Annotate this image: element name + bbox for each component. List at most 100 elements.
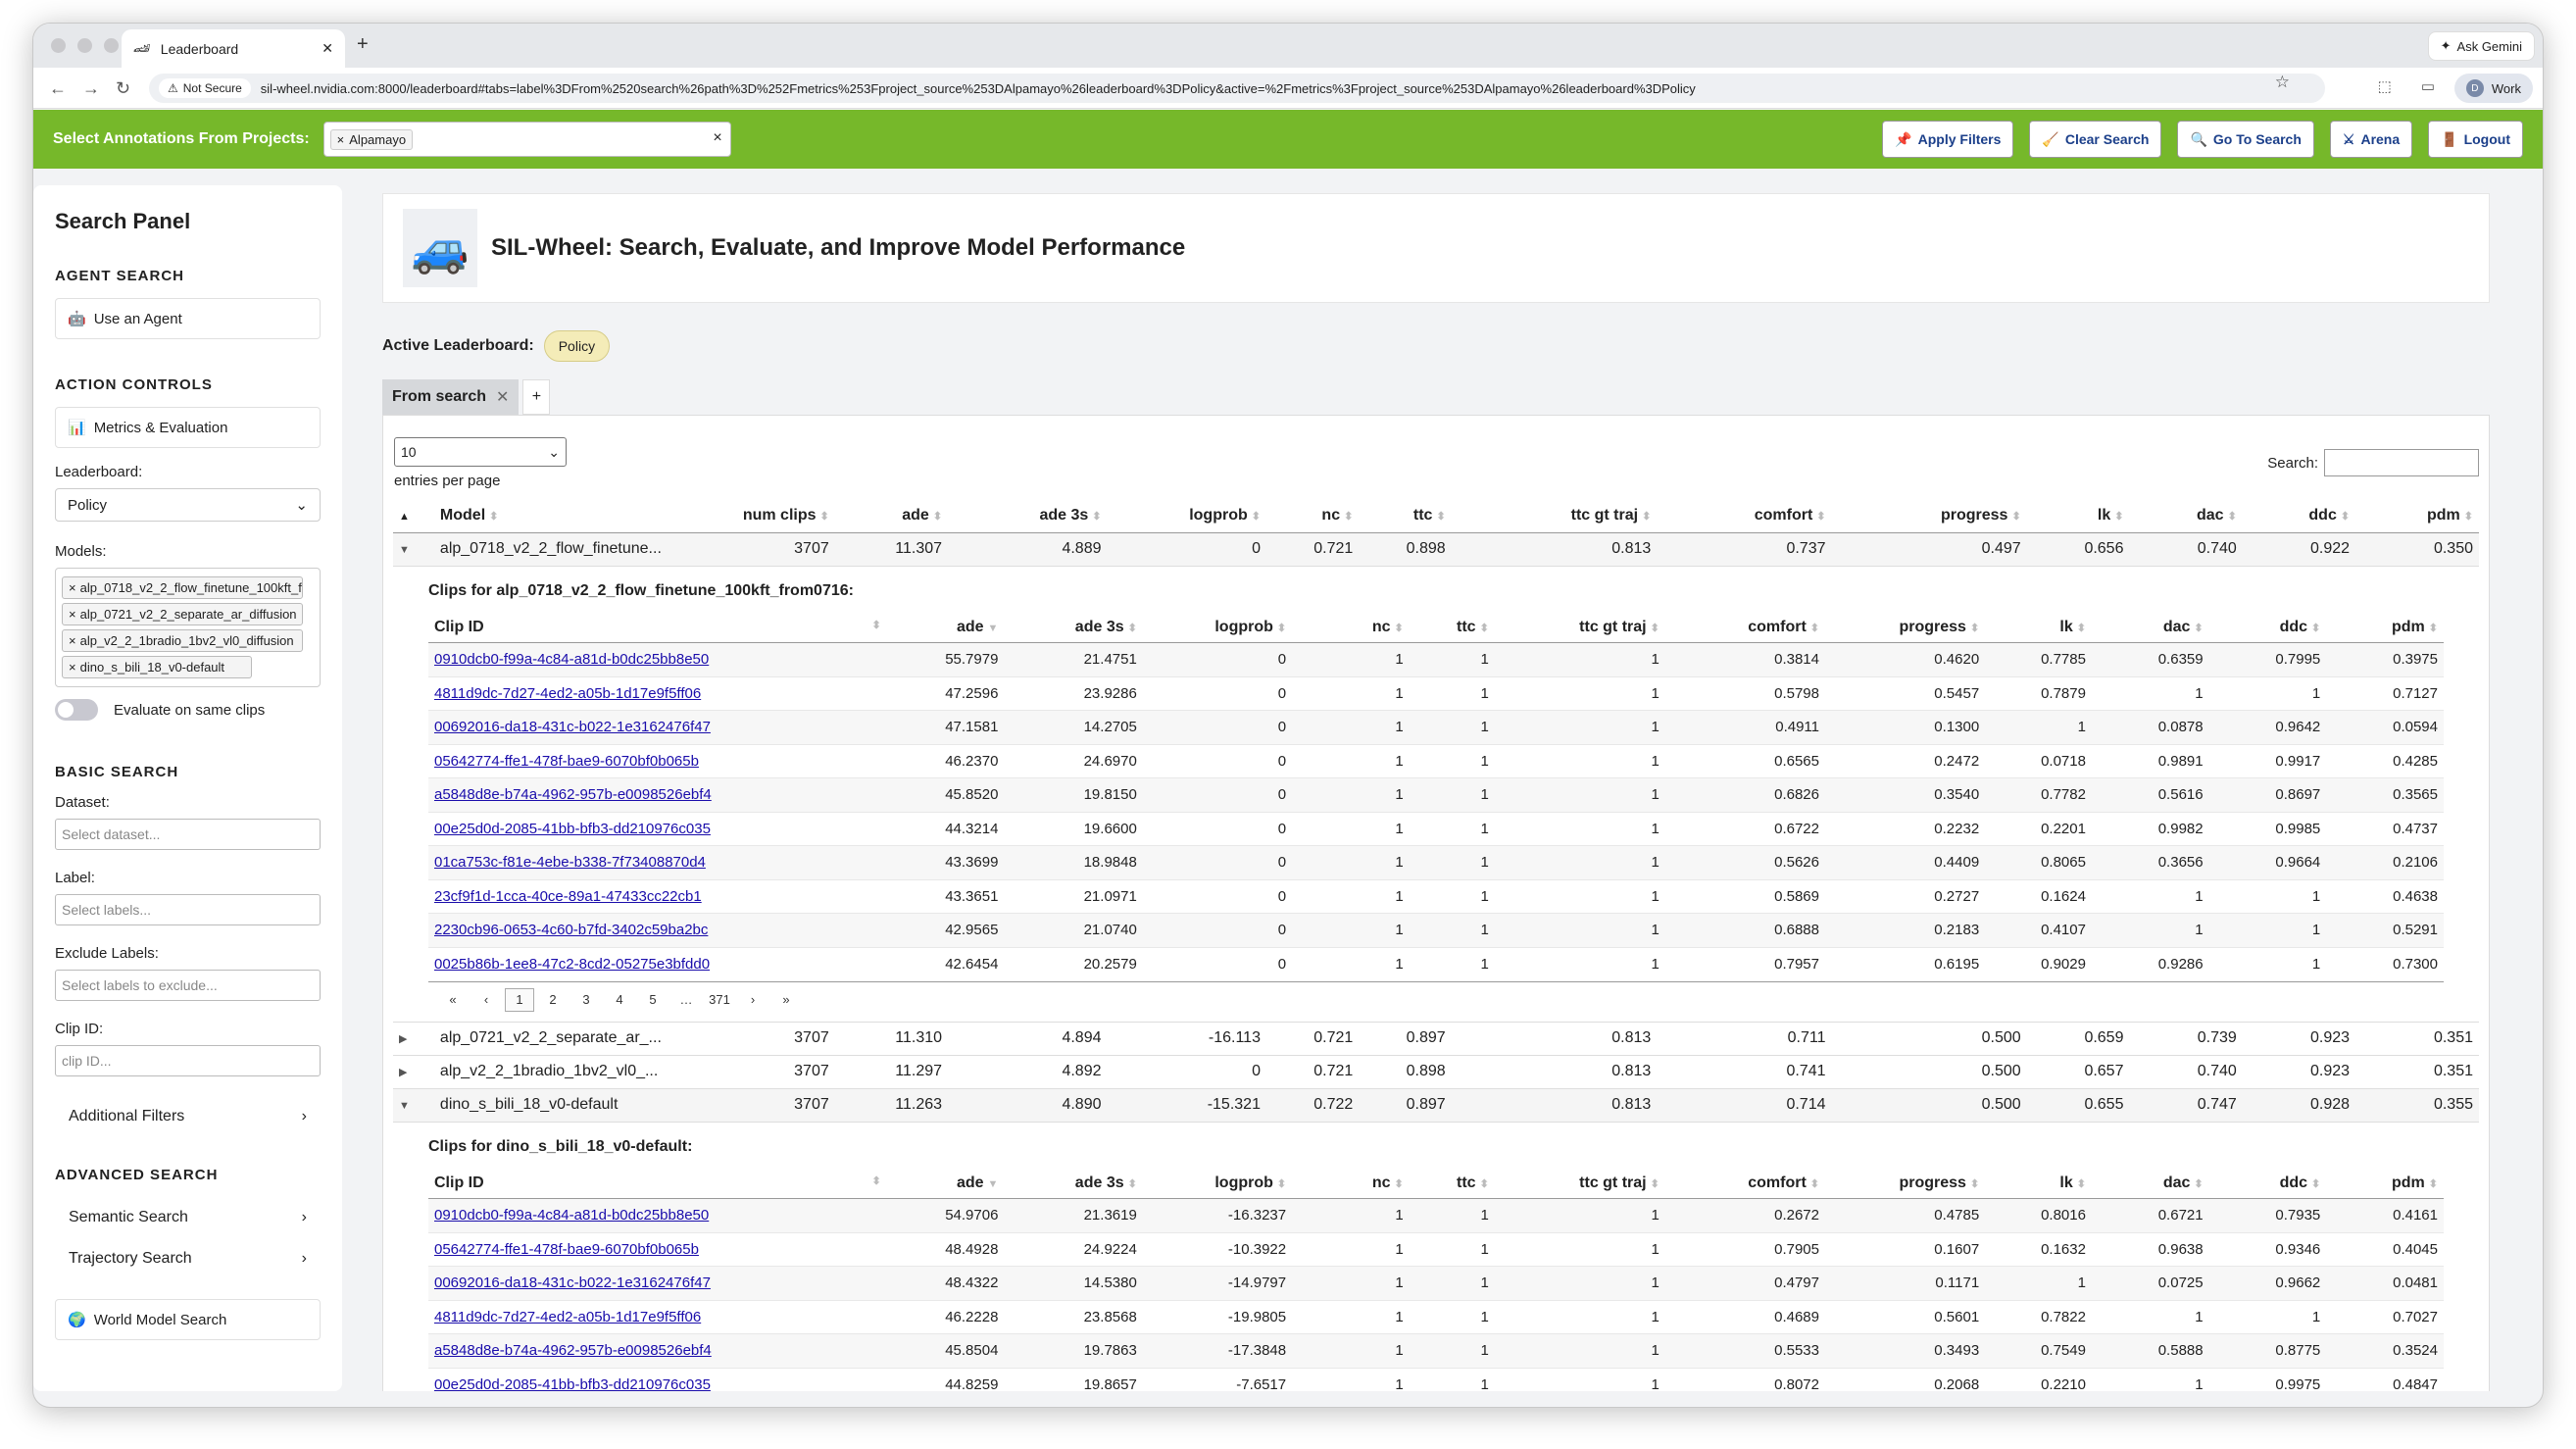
trajectory-search-toggle[interactable]: Trajectory Search › — [55, 1238, 321, 1279]
clip-id-link[interactable]: 01ca753c-f81e-4ebe-b338-7f73408870d4 — [434, 854, 706, 871]
clip-row[interactable]: 00692016-da18-431c-b022-1e3162476f47 47.1… — [428, 710, 2444, 744]
exclude-labels-input[interactable]: Select labels to exclude... — [55, 970, 321, 1001]
clip-row[interactable]: 0910dcb0-f99a-4c84-a81d-b0dc25bb8e50 54.9… — [428, 1198, 2444, 1232]
table-row[interactable]: ▼ dino_s_bili_18_v0-default 3707 11.263 4.89… — [393, 1087, 2479, 1122]
clips-column-header[interactable]: lk ⬍ — [1985, 613, 2092, 643]
clip-row[interactable]: 0910dcb0-f99a-4c84-a81d-b0dc25bb8e50 55.7… — [428, 642, 2444, 676]
add-tab-button[interactable]: + — [522, 379, 551, 415]
remove-chip-icon[interactable]: × — [69, 607, 76, 622]
clips-column-header[interactable]: progress ⬍ — [1825, 1169, 1986, 1199]
search-input[interactable] — [2324, 449, 2479, 476]
column-header[interactable]: nc ⬍ — [1265, 499, 1360, 533]
label-input[interactable]: Select labels... — [55, 894, 321, 925]
model-chip[interactable]: ×alp_0718_v2_2_flow_finetune_100kft_from… — [62, 576, 303, 599]
split-view-icon[interactable]: ▭ — [2421, 77, 2435, 95]
clear-search-button[interactable]: 🧹 Clear Search — [2029, 121, 2162, 158]
page-button[interactable]: 371 — [705, 988, 734, 1012]
clip-id-input[interactable]: clip ID... — [55, 1045, 321, 1076]
column-header[interactable]: pdm ⬍ — [2355, 499, 2479, 533]
remove-chip-icon[interactable]: × — [69, 660, 76, 675]
expand-cell[interactable]: ▼ — [393, 1087, 434, 1122]
world-model-search-button[interactable]: 🌍 World Model Search — [55, 1299, 321, 1340]
metrics-evaluation-button[interactable]: 📊 Metrics & Evaluation — [55, 407, 321, 448]
column-header[interactable]: lk ⬍ — [2026, 499, 2130, 533]
column-header[interactable]: logprob ⬍ — [1107, 499, 1266, 533]
page-button[interactable]: 3 — [571, 988, 601, 1012]
caret-right-icon[interactable]: ▶ — [399, 1066, 419, 1078]
column-header[interactable]: dac ⬍ — [2129, 499, 2243, 533]
clips-column-header[interactable]: lk ⬍ — [1985, 1169, 2092, 1199]
security-badge[interactable]: ⚠ Not Secure — [159, 78, 251, 98]
clip-id-link[interactable]: a5848d8e-b74a-4962-957b-e0098526ebf4 — [434, 1342, 712, 1359]
clips-column-header[interactable]: Clip ID ⬍ — [428, 613, 887, 643]
column-header[interactable]: ddc ⬍ — [2242, 499, 2356, 533]
leaderboard-select[interactable]: Policy ⌄ — [55, 488, 321, 522]
remove-chip-icon[interactable]: × — [69, 633, 76, 648]
clip-id-link[interactable]: 00e25d0d-2085-41bb-bfb3-dd210976c035 — [434, 1376, 711, 1391]
clear-projects-icon[interactable]: × — [713, 129, 721, 147]
table-row[interactable]: ▶ alp_0721_v2_2_separate_ar_... 3707 11.310… — [393, 1021, 2479, 1055]
model-chip[interactable]: × alp_v2_2_1bradio_1bv2_vl0_diffusion — [62, 629, 303, 652]
tab-from-search[interactable]: From search ✕ — [382, 379, 520, 415]
column-header[interactable]: comfort ⬍ — [1657, 499, 1832, 533]
expand-cell[interactable]: ▶ — [393, 1054, 434, 1088]
clip-id-link[interactable]: 4811d9dc-7d27-4ed2-a05b-1d17e9f5ff06 — [434, 1309, 701, 1325]
table-row[interactable]: ▶ alp_v2_2_1bradio_1bv2_vl0_... 3707 11.297… — [393, 1054, 2479, 1088]
close-tab-icon[interactable]: ✕ — [496, 387, 509, 407]
clip-id-link[interactable]: 0910dcb0-f99a-4c84-a81d-b0dc25bb8e50 — [434, 1207, 709, 1224]
entries-select[interactable]: 10 ⌄ — [394, 437, 567, 467]
page-button[interactable]: … — [671, 988, 701, 1012]
expand-cell[interactable]: ▼ — [393, 531, 434, 566]
clips-column-header[interactable]: Clip ID ⬍ — [428, 1169, 887, 1199]
clip-row[interactable]: 00692016-da18-431c-b022-1e3162476f47 48.4… — [428, 1266, 2444, 1300]
clip-row[interactable]: a5848d8e-b74a-4962-957b-e0098526ebf4 45.8… — [428, 1333, 2444, 1368]
clips-column-header[interactable]: nc ⬍ — [1292, 1169, 1410, 1199]
expand-cell[interactable]: ▶ — [393, 1021, 434, 1055]
clips-column-header[interactable]: comfort ⬍ — [1664, 1169, 1825, 1199]
clips-column-header[interactable]: pdm ⬍ — [2326, 1169, 2444, 1199]
clips-column-header[interactable]: ade 3s ⬍ — [1004, 613, 1143, 643]
caret-down-icon[interactable]: ▼ — [399, 544, 419, 556]
clips-column-header[interactable]: ade ▼ — [886, 1169, 1005, 1199]
clips-column-header[interactable]: ttc gt traj ⬍ — [1494, 613, 1665, 643]
clip-row[interactable]: a5848d8e-b74a-4962-957b-e0098526ebf4 45.8… — [428, 777, 2444, 812]
table-row[interactable]: ▼ alp_0718_v2_2_flow_finetune... 3707 11.30… — [393, 531, 2479, 566]
clip-id-link[interactable]: 00692016-da18-431c-b022-1e3162476f47 — [434, 719, 711, 735]
logout-button[interactable]: 🚪 Logout — [2428, 121, 2523, 158]
expand-column-header[interactable]: ▲ — [393, 499, 434, 533]
clip-row[interactable]: 0025b86b-1ee8-47c2-8cd2-05275e3bfdd0 42.6… — [428, 946, 2444, 981]
clip-row[interactable]: 4811d9dc-7d27-4ed2-a05b-1d17e9f5ff06 46.2… — [428, 1299, 2444, 1334]
back-icon[interactable]: ← — [49, 78, 67, 99]
model-chip[interactable]: × alp_0721_v2_2_separate_ar_diffusion — [62, 603, 303, 625]
clip-row[interactable]: 4811d9dc-7d27-4ed2-a05b-1d17e9f5ff06 47.2… — [428, 675, 2444, 711]
column-header[interactable]: ttc gt traj ⬍ — [1451, 499, 1658, 533]
clip-id-link[interactable]: 00692016-da18-431c-b022-1e3162476f47 — [434, 1274, 711, 1291]
column-header[interactable]: ade ⬍ — [834, 499, 949, 533]
caret-right-icon[interactable]: ▶ — [399, 1032, 419, 1045]
clip-row[interactable]: 23cf9f1d-1cca-40ce-89a1-47433cc22cb1 43.3… — [428, 878, 2444, 914]
forward-icon[interactable]: → — [82, 78, 100, 99]
clips-column-header[interactable]: ttc ⬍ — [1409, 1169, 1495, 1199]
column-header[interactable]: ade 3s ⬍ — [948, 499, 1108, 533]
models-select[interactable]: ×alp_0718_v2_2_flow_finetune_100kft_from… — [55, 568, 321, 687]
clip-id-link[interactable]: 2230cb96-0653-4c60-b7fd-3402c59ba2bc — [434, 922, 708, 938]
caret-down-icon[interactable]: ▼ — [399, 1100, 419, 1112]
remove-chip-icon[interactable]: × — [69, 580, 76, 595]
ask-gemini-button[interactable]: ✦ Ask Gemini — [2427, 31, 2535, 61]
use-agent-button[interactable]: 🤖 Use an Agent — [55, 298, 321, 339]
page-button[interactable]: 5 — [638, 988, 668, 1012]
extensions-icon[interactable]: ⬚ — [2378, 77, 2392, 95]
clip-id-link[interactable]: 0910dcb0-f99a-4c84-a81d-b0dc25bb8e50 — [434, 651, 709, 668]
clips-column-header[interactable]: ttc ⬍ — [1409, 613, 1495, 643]
page-button[interactable]: 2 — [538, 988, 568, 1012]
clips-column-header[interactable]: ddc ⬍ — [2208, 613, 2327, 643]
clip-id-link[interactable]: 05642774-ffe1-478f-bae9-6070bf0b065b — [434, 1241, 699, 1258]
column-header[interactable]: ttc ⬍ — [1359, 499, 1452, 533]
clip-row[interactable]: 00e25d0d-2085-41bb-bfb3-dd210976c035 44.3… — [428, 811, 2444, 846]
clips-column-header[interactable]: ddc ⬍ — [2208, 1169, 2327, 1199]
project-select[interactable]: × Alpamayo × — [322, 122, 731, 157]
dataset-input[interactable]: Select dataset... — [55, 819, 321, 850]
bookmark-star-icon[interactable]: ☆ — [2275, 73, 2290, 92]
clip-row[interactable]: 05642774-ffe1-478f-bae9-6070bf0b065b 48.4… — [428, 1231, 2444, 1267]
remove-chip-icon[interactable]: × — [337, 132, 345, 147]
